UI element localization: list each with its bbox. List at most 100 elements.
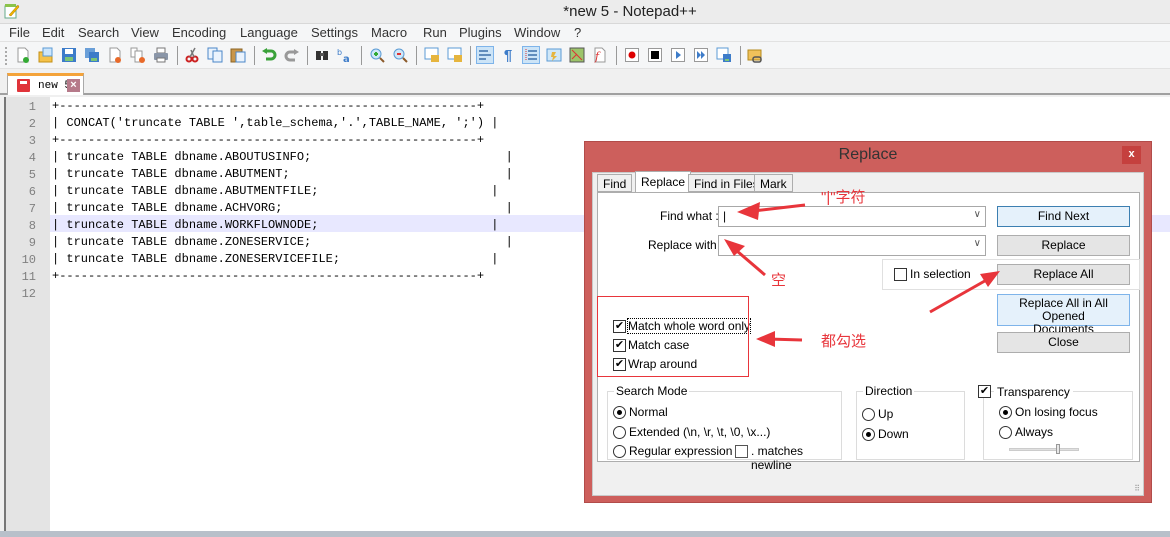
code-line: | truncate TABLE dbname.ACHVORG; | xyxy=(52,201,513,215)
menu-search[interactable]: Search xyxy=(78,25,119,40)
replace-all-button[interactable]: Replace All xyxy=(997,264,1130,285)
transparency-slider-thumb[interactable] xyxy=(1056,444,1060,454)
menu-macro[interactable]: Macro xyxy=(371,25,407,40)
search-mode-title: Search Mode xyxy=(614,384,690,398)
copy-icon[interactable] xyxy=(206,46,224,64)
sync-vertical-icon[interactable] xyxy=(423,46,441,64)
menu-edit[interactable]: Edit xyxy=(42,25,64,40)
direction-title: Direction xyxy=(863,384,915,398)
print-icon[interactable] xyxy=(152,46,170,64)
open-file-icon[interactable] xyxy=(37,46,55,64)
doc-map-icon[interactable] xyxy=(568,46,586,64)
replace-button[interactable]: Replace xyxy=(997,235,1130,256)
menu-settings[interactable]: Settings xyxy=(311,25,358,40)
radio-down[interactable] xyxy=(862,428,875,441)
menu-file[interactable]: File xyxy=(9,25,30,40)
resize-grip-icon[interactable]: ⠿ xyxy=(1134,484,1140,493)
find-what-input[interactable]: | ∨ xyxy=(718,206,986,227)
menu-encoding[interactable]: Encoding xyxy=(172,25,226,40)
line-number: 8 xyxy=(28,219,36,233)
tab-replace[interactable]: Replace xyxy=(635,171,692,193)
line-number: 11 xyxy=(21,270,36,284)
radio-extended[interactable] xyxy=(613,426,626,439)
transparency-checkbox[interactable]: ✔ xyxy=(978,385,991,398)
in-selection-checkbox[interactable] xyxy=(894,268,907,281)
code-line: | truncate TABLE dbname.ZONESERVICEFILE;… xyxy=(52,252,499,266)
transparency-label: Transparency xyxy=(994,385,1073,399)
undo-icon[interactable] xyxy=(260,46,278,64)
radio-normal[interactable] xyxy=(613,406,626,419)
unsaved-file-icon xyxy=(17,79,30,92)
sync-horizontal-icon[interactable] xyxy=(446,46,464,64)
dot-matches-newline-label: . matches newline xyxy=(751,444,804,472)
in-selection-label: In selection xyxy=(910,267,971,281)
macro-stop-icon[interactable] xyxy=(646,46,664,64)
dot-matches-newline-checkbox[interactable] xyxy=(735,445,748,458)
toolbar-grip[interactable] xyxy=(5,47,7,65)
code-line: | CONCAT('truncate TABLE ',table_schema,… xyxy=(52,116,499,130)
redo-icon[interactable] xyxy=(283,46,301,64)
replace-icon[interactable]: ba xyxy=(336,46,354,64)
toolbar-separator xyxy=(177,46,178,65)
save-all-icon[interactable] xyxy=(83,46,101,64)
dialog-close-button[interactable]: x xyxy=(1122,146,1141,164)
down-label: Down xyxy=(878,427,909,441)
zoom-out-icon[interactable] xyxy=(391,46,409,64)
radio-always[interactable] xyxy=(999,426,1012,439)
tab-mark[interactable]: Mark xyxy=(754,174,793,192)
close-button[interactable]: Close xyxy=(997,332,1130,353)
tab-new-5[interactable]: new 5 × xyxy=(7,73,84,95)
replace-annotation: 空 xyxy=(771,272,787,289)
transparency-slider-track[interactable] xyxy=(1009,448,1079,451)
tab-find[interactable]: Find xyxy=(597,174,633,192)
window-title: *new 5 - Notepad++ xyxy=(563,3,697,20)
close-all-icon[interactable] xyxy=(129,46,147,64)
radio-on-losing-focus[interactable] xyxy=(999,406,1012,419)
close-icon[interactable] xyxy=(106,46,124,64)
code-line: | truncate TABLE dbname.ZONESERVICE; | xyxy=(52,235,513,249)
radio-up[interactable] xyxy=(862,408,875,421)
replace-all-opened-label-1: Replace All in All Opened xyxy=(1019,296,1108,323)
menu-help[interactable]: ? xyxy=(574,25,581,40)
cut-icon[interactable] xyxy=(183,46,201,64)
transparency-group: ✔ Transparency On losing focus Always xyxy=(978,385,1133,460)
save-icon[interactable] xyxy=(60,46,78,64)
zoom-in-icon[interactable] xyxy=(368,46,386,64)
indent-guide-icon[interactable] xyxy=(522,46,540,64)
find-what-label: Find what : xyxy=(660,209,719,223)
menu-window[interactable]: Window xyxy=(514,25,560,40)
toolbar-separator xyxy=(254,46,255,65)
macro-save-icon[interactable] xyxy=(715,46,733,64)
replace-all-opened-button[interactable]: Replace All in All Opened Documents xyxy=(997,294,1130,336)
code-line: | truncate TABLE dbname.WORKFLOWNODE; | xyxy=(52,218,499,232)
tab-close-icon[interactable]: × xyxy=(67,79,80,92)
line-number: 4 xyxy=(28,151,36,165)
udl-icon[interactable] xyxy=(545,46,563,64)
extended-label: Extended (\n, \r, \t, \0, \x...) xyxy=(629,425,771,439)
word-wrap-icon[interactable] xyxy=(476,46,494,64)
replace-with-input[interactable]: ∨ xyxy=(718,235,986,256)
new-file-icon[interactable] xyxy=(14,46,32,64)
macro-play-icon[interactable] xyxy=(669,46,687,64)
folder-workspace-icon[interactable] xyxy=(746,46,764,64)
chevron-down-icon[interactable]: ∨ xyxy=(974,238,981,249)
horizontal-scrollbar[interactable] xyxy=(0,531,1170,537)
menu-view[interactable]: View xyxy=(131,25,159,40)
macro-record-icon[interactable] xyxy=(623,46,641,64)
function-list-icon[interactable]: f xyxy=(591,46,609,64)
line-number: 1 xyxy=(28,100,36,114)
find-icon[interactable] xyxy=(313,46,331,64)
menu-run[interactable]: Run xyxy=(423,25,447,40)
search-mode-group: Search Mode Normal Extended (\n, \r, \t,… xyxy=(607,384,842,472)
show-all-chars-icon[interactable]: ¶ xyxy=(499,46,517,64)
toolbar-separator xyxy=(616,46,617,65)
title-bar: *new 5 - Notepad++ xyxy=(0,0,1170,24)
macro-run-multiple-icon[interactable] xyxy=(692,46,710,64)
regex-label: Regular expression xyxy=(629,444,733,458)
menu-plugins[interactable]: Plugins xyxy=(459,25,502,40)
radio-regex[interactable] xyxy=(613,445,626,458)
find-next-button[interactable]: Find Next xyxy=(997,206,1130,227)
chevron-down-icon[interactable]: ∨ xyxy=(974,209,981,220)
menu-language[interactable]: Language xyxy=(240,25,298,40)
paste-icon[interactable] xyxy=(229,46,247,64)
